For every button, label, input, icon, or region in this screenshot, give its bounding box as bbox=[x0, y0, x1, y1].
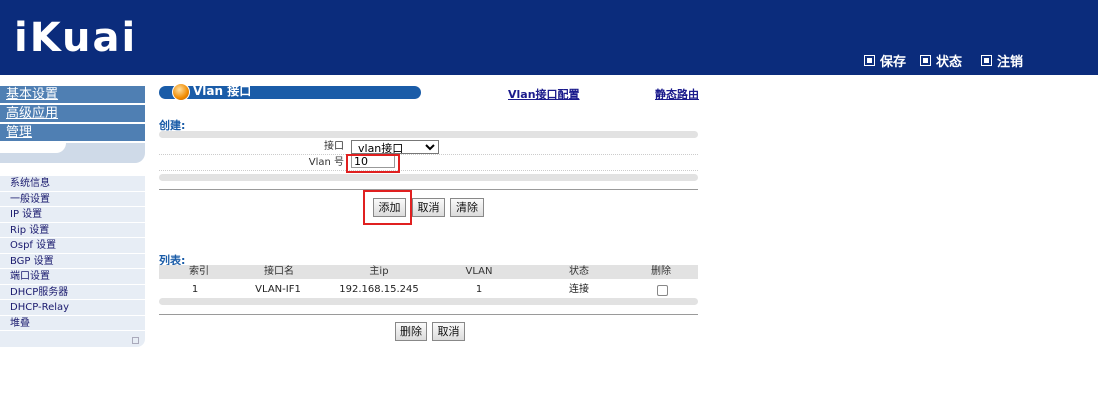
cancel-button-2[interactable]: 取消 bbox=[432, 322, 465, 341]
vlan-config-link[interactable]: Vlan接口配置 bbox=[508, 86, 580, 102]
static-route-link[interactable]: 静态路由 bbox=[655, 86, 699, 102]
form-top-band bbox=[159, 131, 698, 138]
vlan-row: Vlan 号 bbox=[159, 155, 698, 171]
table-header: 索引 接口名 主ip VLAN 状态 删除 bbox=[159, 265, 698, 279]
logout-icon bbox=[981, 54, 992, 66]
sidebar-item-stack[interactable]: 堆叠 bbox=[0, 315, 145, 331]
status-icon bbox=[920, 54, 931, 66]
sidebar-item-dhcp-server[interactable]: DHCP服务器 bbox=[0, 284, 145, 300]
highlight-vlan-input bbox=[346, 154, 400, 173]
table-row: 1 VLAN-IF1 192.168.15.245 1 连接 bbox=[159, 283, 698, 297]
header-bar: iKuai 保存 状态 注销 bbox=[0, 0, 1098, 75]
header-delete: 删除 bbox=[651, 266, 671, 277]
delete-button[interactable]: 删除 bbox=[395, 322, 427, 341]
row-status: 连接 bbox=[569, 284, 589, 295]
header-name: 接口名 bbox=[264, 266, 294, 277]
interface-select[interactable]: vlan接口 bbox=[351, 140, 439, 154]
clear-button[interactable]: 清除 bbox=[450, 198, 484, 217]
sidebar-bottom bbox=[0, 331, 145, 347]
sidebar-item-ip[interactable]: IP 设置 bbox=[0, 207, 145, 223]
sidebar-item-port[interactable]: 端口设置 bbox=[0, 269, 145, 285]
sidebar-divider bbox=[0, 143, 145, 163]
sidebar-basic-settings[interactable]: 基本设置 bbox=[0, 86, 145, 103]
ikuai-logo: iKuai bbox=[14, 15, 138, 61]
row-name-link[interactable]: VLAN-IF1 bbox=[247, 283, 309, 297]
sidebar-item-bgp[interactable]: BGP 设置 bbox=[0, 253, 145, 269]
sidebar-submenu: 系统信息 一般设置 IP 设置 Rip 设置 Ospf 设置 BGP 设置 端口… bbox=[0, 176, 145, 331]
logout-button[interactable]: 注销 bbox=[981, 52, 1023, 70]
highlight-add-button bbox=[363, 190, 412, 225]
sidebar-item-system-info[interactable]: 系统信息 bbox=[0, 176, 145, 192]
header-ip: 主ip bbox=[369, 266, 389, 277]
orange-ball-icon bbox=[172, 83, 190, 101]
row-vlan: 1 bbox=[475, 284, 483, 295]
divider-2 bbox=[159, 314, 698, 315]
header-vlan: VLAN bbox=[465, 266, 493, 277]
vlan-label: Vlan 号 bbox=[308, 157, 344, 168]
form-bottom-band bbox=[159, 174, 698, 181]
row-index-link[interactable]: 1 bbox=[179, 283, 211, 297]
sidebar-item-dhcp-relay[interactable]: DHCP-Relay bbox=[0, 300, 145, 316]
save-button[interactable]: 保存 bbox=[864, 52, 906, 70]
save-icon bbox=[864, 54, 875, 66]
header-index: 索引 bbox=[189, 266, 209, 277]
cancel-button[interactable]: 取消 bbox=[412, 198, 445, 217]
sidebar-advanced[interactable]: 高级应用 bbox=[0, 105, 145, 122]
row-ip: 192.168.15.245 bbox=[339, 284, 419, 295]
header-status: 状态 bbox=[569, 266, 589, 277]
sidebar-manage[interactable]: 管理 bbox=[0, 124, 145, 141]
page-title: Vlan 接口 bbox=[193, 84, 252, 98]
row-delete-checkbox[interactable] bbox=[657, 285, 668, 296]
interface-label: 接口 bbox=[324, 141, 344, 152]
sidebar-item-ospf[interactable]: Ospf 设置 bbox=[0, 238, 145, 254]
sidebar-item-rip[interactable]: Rip 设置 bbox=[0, 222, 145, 238]
sidebar-item-general[interactable]: 一般设置 bbox=[0, 191, 145, 207]
divider bbox=[159, 189, 698, 190]
status-button[interactable]: 状态 bbox=[920, 52, 962, 70]
table-bottom-band bbox=[159, 298, 698, 305]
